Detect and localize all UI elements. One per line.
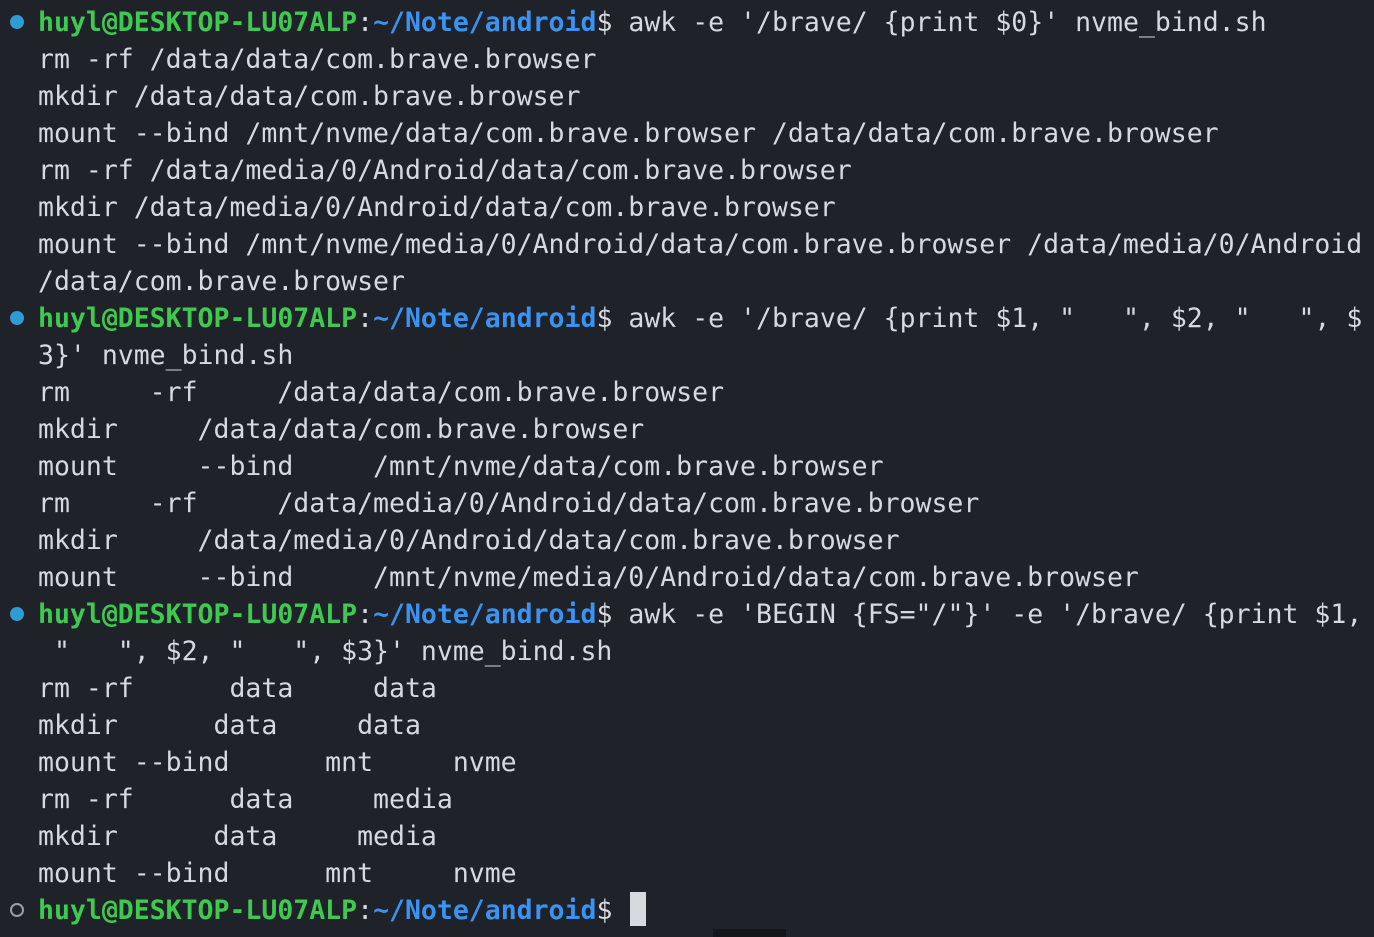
prompt-colon: : bbox=[357, 7, 374, 38]
output-line: rm -rf /data/media/0/Android/data/com.br… bbox=[38, 155, 852, 186]
output-line: rm -rf data media bbox=[38, 784, 453, 815]
command-text-wrapped: 3}' nvme_bind.sh bbox=[38, 340, 294, 371]
text-cursor bbox=[630, 892, 647, 926]
output-line: mount --bind /mnt/nvme/data/com.brave.br… bbox=[38, 451, 884, 482]
prompt-user: huyl@DESKTOP-LU07ALP bbox=[38, 7, 358, 38]
output-line: mkdir /data/media/0/Android/data/com.bra… bbox=[38, 525, 900, 556]
prompt-line: huyl@DESKTOP-LU07ALP:~/Note/android$ awk… bbox=[38, 596, 1362, 633]
prompt-dollar: $ bbox=[596, 599, 613, 630]
output-line: rm -rf /data/media/0/Android/data/com.br… bbox=[38, 488, 980, 519]
prompt-line: huyl@DESKTOP-LU07ALP:~/Note/android$ awk… bbox=[38, 4, 1267, 41]
prompt-colon: : bbox=[357, 303, 374, 334]
command-success-indicator-icon[interactable] bbox=[10, 607, 24, 621]
command-success-indicator-icon[interactable] bbox=[10, 15, 24, 29]
output-line: mkdir data media bbox=[38, 821, 437, 852]
output-line: mkdir data data bbox=[38, 710, 421, 741]
prompt-line: huyl@DESKTOP-LU07ALP:~/Note/android$ awk… bbox=[38, 300, 1362, 337]
output-line: mount --bind mnt nvme bbox=[38, 747, 517, 778]
prompt-dollar: $ bbox=[596, 303, 613, 334]
prompt-dollar: $ bbox=[596, 7, 613, 38]
output-line: /data/com.brave.browser bbox=[38, 266, 405, 297]
prompt-path: ~/Note/android bbox=[373, 599, 597, 630]
command-pending-indicator-icon bbox=[10, 903, 24, 917]
prompt-colon: : bbox=[357, 895, 374, 926]
prompt-user: huyl@DESKTOP-LU07ALP bbox=[38, 303, 358, 334]
output-line: mkdir /data/data/com.brave.browser bbox=[38, 81, 581, 112]
prompt-path: ~/Note/android bbox=[373, 303, 597, 334]
command-text: awk -e 'BEGIN {FS="/"}' -e '/brave/ {pri… bbox=[628, 599, 1363, 630]
prompt-colon: : bbox=[357, 599, 374, 630]
output-line: rm -rf /data/data/com.brave.browser bbox=[38, 44, 597, 75]
output-line: mount --bind /mnt/nvme/data/com.brave.br… bbox=[38, 118, 1219, 149]
output-line: rm -rf data data bbox=[38, 673, 437, 704]
output-line: mkdir /data/data/com.brave.browser bbox=[38, 414, 645, 445]
prompt-user: huyl@DESKTOP-LU07ALP bbox=[38, 895, 358, 926]
prompt-path: ~/Note/android bbox=[373, 895, 597, 926]
output-line: mount --bind /mnt/nvme/media/0/Android/d… bbox=[38, 562, 1139, 593]
output-line: mount --bind mnt nvme bbox=[38, 858, 517, 889]
prompt-user: huyl@DESKTOP-LU07ALP bbox=[38, 599, 358, 630]
output-line: mount --bind /mnt/nvme/media/0/Android/d… bbox=[38, 229, 1363, 260]
output-line: mkdir /data/media/0/Android/data/com.bra… bbox=[38, 192, 836, 223]
output-line: rm -rf /data/data/com.brave.browser bbox=[38, 377, 725, 408]
prompt-path: ~/Note/android bbox=[373, 7, 597, 38]
horizontal-scrollbar[interactable] bbox=[713, 929, 786, 937]
command-text: awk -e '/brave/ {print $0}' nvme_bind.sh bbox=[628, 7, 1267, 38]
command-success-indicator-icon[interactable] bbox=[10, 311, 24, 325]
prompt-dollar: $ bbox=[596, 895, 613, 926]
terminal-window[interactable]: huyl@DESKTOP-LU07ALP:~/Note/android$ awk… bbox=[0, 0, 1374, 937]
current-prompt-line[interactable]: huyl@DESKTOP-LU07ALP:~/Note/android$ bbox=[38, 892, 647, 929]
command-text-wrapped: " ", $2, " ", $3}' nvme_bind.sh bbox=[38, 636, 613, 667]
command-text: awk -e '/brave/ {print $1, " ", $2, " ",… bbox=[628, 303, 1363, 334]
